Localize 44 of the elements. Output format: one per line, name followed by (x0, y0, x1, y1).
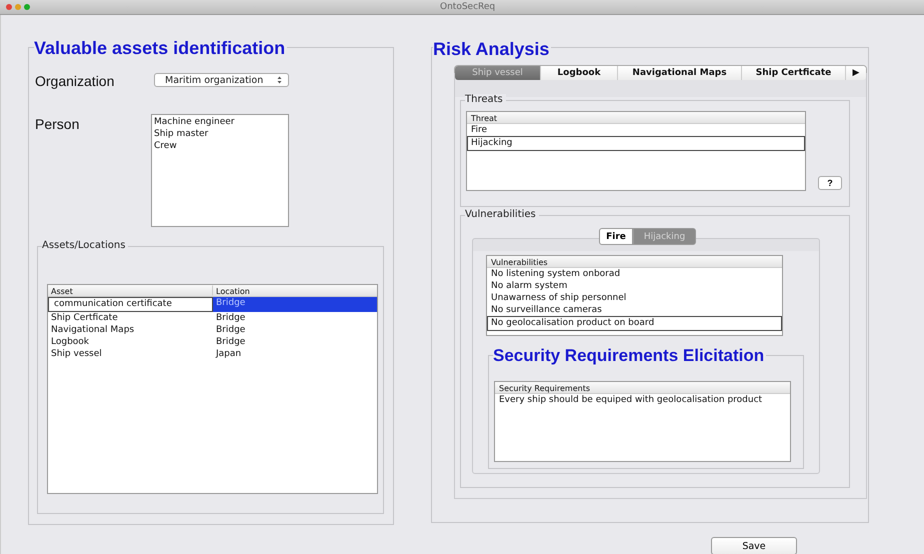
list-item[interactable]: Machine engineer (154, 116, 286, 128)
tab[interactable]: Fire (599, 228, 633, 245)
table-cell-text: Bridge (215, 336, 246, 348)
table-cell-text: Fire (470, 124, 488, 136)
tab[interactable]: Navigational Maps (618, 66, 742, 80)
list-item[interactable]: Crew (154, 140, 286, 152)
table-cell-text: No listening system onborad (490, 268, 622, 280)
window-title: OntoSecReq (440, 2, 496, 12)
table-cell: No geolocalisation product on board (487, 316, 782, 331)
help-button[interactable]: ? (818, 176, 842, 190)
table-cell: Hijacking (467, 136, 805, 151)
table-cell-text: Ship vessel (50, 348, 103, 360)
table-cell: communication certificate (48, 297, 213, 312)
column-header[interactable]: Location (213, 285, 377, 296)
organization-label: Organization (35, 72, 116, 89)
updown-icon (277, 76, 282, 84)
table-cell-text: Navigational Maps (50, 324, 136, 336)
table-cell-text: Unawarness of ship personnel (490, 292, 628, 304)
organization-dropdown[interactable]: Maritim organization (154, 73, 289, 87)
zoom-icon[interactable] (24, 4, 30, 10)
minimize-icon[interactable] (15, 4, 21, 10)
tab[interactable]: Ship Certficate (742, 66, 846, 80)
table-cell: Bridge (213, 297, 377, 312)
section-title: Security Requirements Elicitation (493, 347, 766, 364)
scroll-tabs-button[interactable]: ▶ (846, 66, 866, 80)
table-cell-text: Bridge (215, 312, 246, 324)
tab[interactable]: Logbook (541, 66, 618, 80)
list-item[interactable]: Ship master (154, 128, 286, 140)
group-title: Assets/Locations (42, 240, 128, 252)
column-header[interactable]: Asset (48, 285, 213, 296)
table-cell-text: Ship Certficate (50, 312, 119, 324)
column-header[interactable]: Vulnerabilities (487, 256, 549, 267)
section-title: Risk Analysis (433, 40, 552, 58)
table-cell-text: Japan (214, 348, 242, 360)
table-cell-text: Every ship should be equiped with geolocalisation product (498, 394, 764, 406)
table-cell-text: Bridge (215, 324, 246, 336)
column-header[interactable]: Threat (467, 112, 498, 123)
table-cell-text: Logbook (50, 336, 90, 348)
section-title: Valuable assets identification (34, 39, 288, 57)
save-button[interactable]: Save (711, 537, 797, 554)
table-cell-text: No alarm system (490, 280, 568, 292)
close-icon[interactable] (6, 4, 12, 10)
person-label: Person (35, 115, 80, 134)
table-cell-text: No surveillance cameras (490, 304, 603, 316)
